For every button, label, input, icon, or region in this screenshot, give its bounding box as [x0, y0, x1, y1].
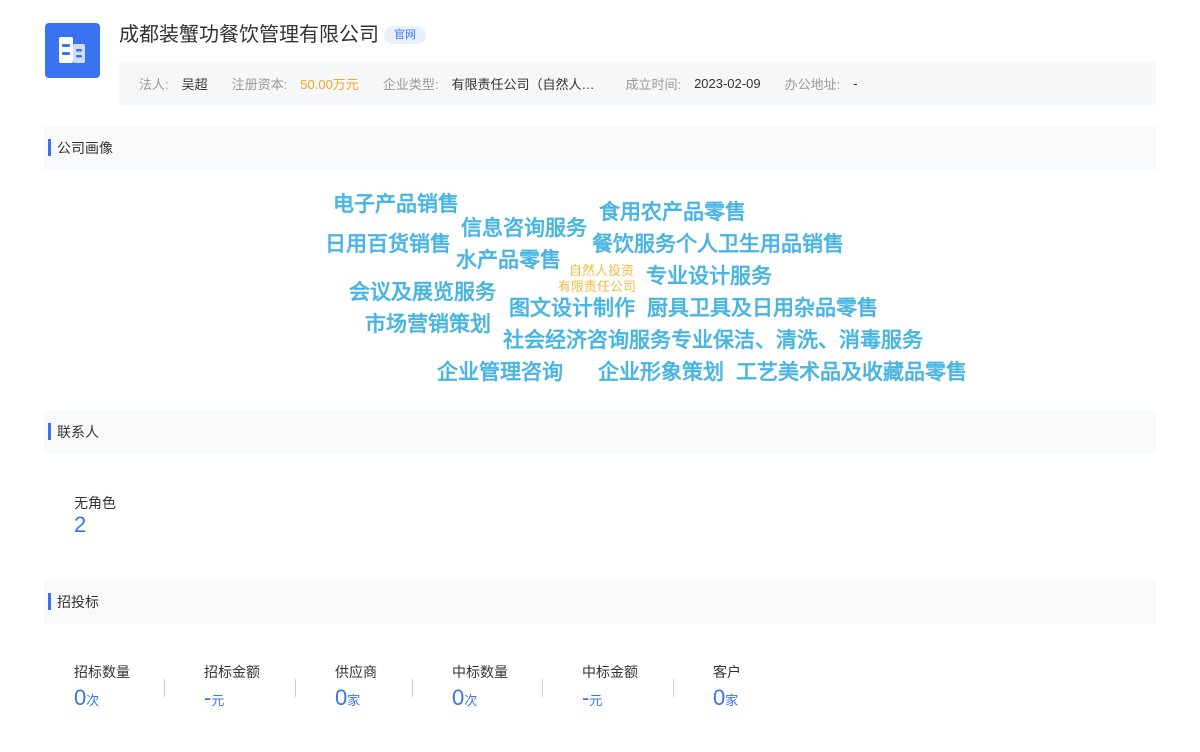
company-info-bar: 法人: 吴超 注册资本: 50.00万元 企业类型: 有限责任公司（自然人投资或…: [119, 62, 1156, 105]
bidding-section-title: 招投标: [57, 594, 99, 610]
stat-value[interactable]: 0次: [74, 685, 164, 711]
stat-label: 客户: [713, 664, 741, 680]
legal-person: 法人: 吴超: [139, 74, 208, 93]
word-cloud-term: 企业形象策划: [598, 361, 724, 384]
office-address-value: -: [853, 76, 858, 91]
word-cloud-term: 市场营销策划: [365, 313, 491, 336]
legal-person-label: 法人:: [139, 77, 169, 92]
stat-win-amount: 中标金额 -元: [543, 662, 673, 711]
stat-value[interactable]: 0家: [335, 685, 412, 711]
registered-capital: 注册资本: 50.00万元: [232, 74, 359, 93]
stat-number: 0: [713, 685, 726, 710]
stat-unit: 家: [725, 693, 739, 708]
stat-value[interactable]: -元: [582, 685, 673, 711]
contact-role-count[interactable]: 2: [74, 512, 86, 538]
portrait-section-title: 公司画像: [57, 140, 113, 156]
stat-value[interactable]: -元: [204, 685, 295, 711]
word-cloud-term: 有限责任公司: [558, 279, 637, 294]
stat-unit: 家: [347, 693, 361, 708]
office-address: 办公地址: -: [785, 74, 858, 93]
company-type-value: 有限责任公司（自然人投资或控股）: [451, 77, 601, 92]
registered-capital-label: 注册资本:: [231, 77, 288, 92]
word-cloud-term: 工艺美术品及收藏品零售: [736, 361, 967, 384]
word-cloud-term: 专业设计服务: [646, 265, 772, 288]
word-cloud-term: 厨具卫具及日用杂品零售: [647, 297, 878, 320]
stat-tender-count: 招标数量 0次: [74, 662, 164, 711]
founded-date-value: 2023-02-09: [694, 76, 761, 91]
stat-unit: 元: [589, 693, 603, 708]
legal-person-value[interactable]: 吴超: [182, 74, 208, 93]
word-cloud-term: 电子产品销售: [333, 193, 459, 216]
word-cloud-term: 会议及展览服务: [349, 281, 496, 304]
stat-suppliers: 供应商 0家: [296, 662, 412, 711]
company-name: 成都装蟹功餐饮管理有限公司: [119, 24, 379, 46]
founded-date-label: 成立时间:: [625, 77, 682, 92]
company-type: 企业类型: 有限责任公司（自然人投资或控股）: [383, 74, 602, 93]
word-cloud-term: 水产品零售: [456, 249, 561, 272]
stat-unit: 次: [86, 693, 100, 708]
stat-unit: 次: [464, 693, 478, 708]
stat-number: 0: [74, 685, 87, 710]
stat-label: 招标金额: [204, 664, 260, 680]
word-cloud-term: 图文设计制作: [509, 297, 635, 320]
stat-label: 中标金额: [582, 664, 638, 680]
stat-label: 中标数量: [452, 664, 508, 680]
word-cloud-term: 食用农产品零售: [599, 201, 746, 224]
company-logo: [45, 23, 100, 78]
official-site-tag[interactable]: 官网: [384, 26, 426, 44]
office-address-label: 办公地址:: [784, 77, 841, 92]
stat-win-count: 中标数量 0次: [413, 662, 542, 711]
contacts-section-title: 联系人: [57, 424, 99, 440]
word-cloud-term: 企业管理咨询: [437, 361, 563, 384]
stat-label: 供应商: [335, 664, 377, 680]
word-cloud-term: 自然人投资: [569, 263, 635, 278]
stat-number: 0: [452, 685, 465, 710]
bidding-section-header: 招投标: [44, 580, 1156, 624]
portrait-section-header: 公司画像: [44, 126, 1156, 170]
word-cloud-term: 日用百货销售: [325, 233, 451, 256]
stat-unit: 元: [211, 693, 225, 708]
bidding-stats: 招标数量 0次 招标金额 -元 供应商 0家 中标数量 0次 中标金额 -元 客…: [74, 662, 774, 711]
stat-customers: 客户 0家: [674, 662, 774, 711]
stat-label: 招标数量: [74, 664, 130, 680]
contacts-section-header: 联系人: [44, 410, 1156, 454]
company-type-label: 企业类型:: [382, 77, 439, 92]
word-cloud-term: 餐饮服务个人卫生用品销售: [592, 233, 844, 256]
stat-value[interactable]: 0次: [452, 685, 542, 711]
contact-role-label: 无角色: [74, 495, 116, 511]
word-cloud-term: 社会经济咨询服务专业保洁、清洗、消毒服务: [503, 329, 923, 352]
building-icon: [59, 37, 85, 63]
word-cloud-term: 信息咨询服务: [461, 217, 587, 240]
registered-capital-value: 50.00万元: [300, 77, 359, 92]
stat-number: 0: [335, 685, 348, 710]
stat-value[interactable]: 0家: [713, 685, 774, 711]
founded-date: 成立时间: 2023-02-09: [625, 74, 760, 93]
stat-tender-amount: 招标金额 -元: [165, 662, 295, 711]
